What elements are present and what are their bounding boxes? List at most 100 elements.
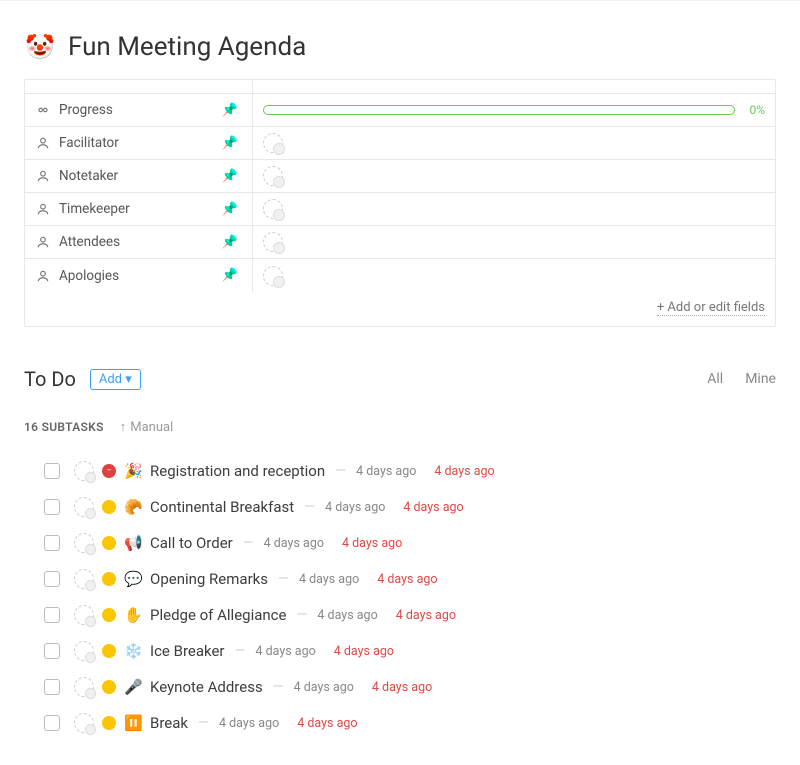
filter-mine[interactable]: Mine (745, 371, 776, 387)
sort-button[interactable]: ↑ Manual (120, 419, 174, 435)
task-name[interactable]: Continental Breakfast (150, 498, 294, 516)
assignee-placeholder-icon[interactable] (74, 713, 94, 733)
task-name[interactable]: Call to Order (150, 534, 233, 552)
field-value-cell[interactable] (253, 127, 775, 159)
page-title: Fun Meeting Agenda (68, 32, 306, 62)
task-due-date: 4 days ago (377, 572, 437, 587)
task-emoji-icon: 🎉 (124, 462, 142, 480)
field-row: Timekeeper📌 (25, 193, 775, 226)
sort-label: Manual (130, 420, 173, 435)
task-created-date: 4 days ago (264, 536, 324, 551)
person-icon (35, 235, 51, 249)
separator-icon: — (243, 535, 254, 551)
status-pending-icon[interactable] (102, 680, 116, 694)
task-checkbox[interactable] (44, 679, 60, 695)
task-checkbox[interactable] (44, 715, 60, 731)
field-label-cell[interactable]: Timekeeper📌 (25, 193, 253, 225)
status-pending-icon[interactable] (102, 644, 116, 658)
pin-icon[interactable]: 📌 (222, 103, 238, 118)
add-task-button[interactable]: Add ▾ (90, 369, 141, 390)
task-row[interactable]: 🥐Continental Breakfast—4 days ago4 days … (24, 489, 776, 525)
status-pending-icon[interactable] (102, 500, 116, 514)
subtask-count-label: 16 SUBTASKS (24, 420, 104, 434)
assignee-placeholder-icon[interactable] (74, 533, 94, 553)
pin-icon[interactable]: 📌 (222, 169, 238, 184)
pin-icon[interactable]: 📌 (222, 202, 238, 217)
task-checkbox[interactable] (44, 571, 60, 587)
task-emoji-icon: 💬 (124, 570, 142, 588)
field-label-cell[interactable]: Notetaker📌 (25, 160, 253, 192)
field-label-cell[interactable]: Facilitator📌 (25, 127, 253, 159)
task-emoji-icon: ✋ (124, 606, 142, 624)
task-name[interactable]: Ice Breaker (150, 642, 225, 660)
separator-icon: — (198, 715, 209, 731)
task-emoji-icon: ⏸️ (124, 714, 142, 732)
task-name[interactable]: Registration and reception (150, 462, 325, 480)
field-label-cell[interactable]: Progress📌 (25, 94, 253, 126)
task-row[interactable]: −🎉Registration and reception—4 days ago4… (24, 453, 776, 489)
status-blocked-icon[interactable]: − (102, 464, 116, 478)
task-row[interactable]: ❄️Ice Breaker—4 days ago4 days ago (24, 633, 776, 669)
assignee-placeholder-icon[interactable] (74, 497, 94, 517)
fields-table: Progress📌0%Facilitator📌Notetaker📌Timekee… (24, 79, 776, 327)
progress-icon (35, 103, 51, 117)
add-edit-fields-button[interactable]: + Add or edit fields (657, 300, 765, 316)
status-pending-icon[interactable] (102, 572, 116, 586)
task-emoji-icon: 🎤 (124, 678, 142, 696)
field-value-cell[interactable] (253, 226, 775, 258)
pin-icon[interactable]: 📌 (222, 136, 238, 151)
assignee-placeholder-icon[interactable] (263, 133, 283, 153)
separator-icon: — (304, 499, 315, 515)
separator-icon: — (273, 679, 284, 695)
field-label-cell[interactable]: Apologies 📌 (25, 259, 253, 292)
task-row[interactable]: ⏸️Break—4 days ago4 days ago (24, 705, 776, 741)
filter-all[interactable]: All (707, 371, 723, 387)
task-row[interactable]: ✋Pledge of Allegiance—4 days ago4 days a… (24, 597, 776, 633)
assignee-placeholder-icon[interactable] (263, 199, 283, 219)
field-value-cell[interactable] (253, 259, 775, 292)
separator-icon: — (235, 643, 246, 659)
task-name[interactable]: Keynote Address (150, 678, 263, 696)
assignee-placeholder-icon[interactable] (74, 641, 94, 661)
pin-icon[interactable]: 📌 (222, 235, 238, 250)
task-checkbox[interactable] (44, 535, 60, 551)
field-row-ghost (25, 80, 775, 94)
assignee-placeholder-icon[interactable] (74, 461, 94, 481)
task-row[interactable]: 🎤Keynote Address—4 days ago4 days ago (24, 669, 776, 705)
assignee-placeholder-icon[interactable] (74, 605, 94, 625)
task-name[interactable]: Break (150, 714, 188, 732)
pin-icon[interactable]: 📌 (222, 268, 238, 283)
separator-icon: — (296, 607, 307, 623)
field-row: Attendees📌 (25, 226, 775, 259)
status-pending-icon[interactable] (102, 716, 116, 730)
field-label-cell[interactable]: Attendees📌 (25, 226, 253, 258)
assignee-placeholder-icon[interactable] (74, 677, 94, 697)
field-row: Apologies 📌 (25, 259, 775, 292)
assignee-placeholder-icon[interactable] (74, 569, 94, 589)
field-row: Progress📌0% (25, 94, 775, 127)
task-checkbox[interactable] (44, 643, 60, 659)
task-name[interactable]: Pledge of Allegiance (150, 606, 286, 624)
field-row: Notetaker📌 (25, 160, 775, 193)
task-checkbox[interactable] (44, 607, 60, 623)
task-name[interactable]: Opening Remarks (150, 570, 268, 588)
status-pending-icon[interactable] (102, 536, 116, 550)
task-created-date: 4 days ago (294, 680, 354, 695)
task-row[interactable]: 💬Opening Remarks—4 days ago4 days ago (24, 561, 776, 597)
field-value-cell[interactable] (253, 160, 775, 192)
task-created-date: 4 days ago (299, 572, 359, 587)
field-value-cell[interactable] (253, 193, 775, 225)
field-value-cell[interactable]: 0% (253, 94, 775, 126)
assignee-placeholder-icon[interactable] (263, 232, 283, 252)
field-name-text: Apologies (59, 268, 214, 284)
task-created-date: 4 days ago (219, 716, 279, 731)
assignee-placeholder-icon[interactable] (263, 166, 283, 186)
task-created-date: 4 days ago (255, 644, 315, 659)
task-row[interactable]: 📢Call to Order—4 days ago4 days ago (24, 525, 776, 561)
assignee-placeholder-icon[interactable] (263, 266, 283, 286)
progress-bar[interactable] (263, 105, 735, 115)
task-checkbox[interactable] (44, 499, 60, 515)
status-pending-icon[interactable] (102, 608, 116, 622)
task-checkbox[interactable] (44, 463, 60, 479)
todo-section-title: To Do (24, 367, 76, 391)
